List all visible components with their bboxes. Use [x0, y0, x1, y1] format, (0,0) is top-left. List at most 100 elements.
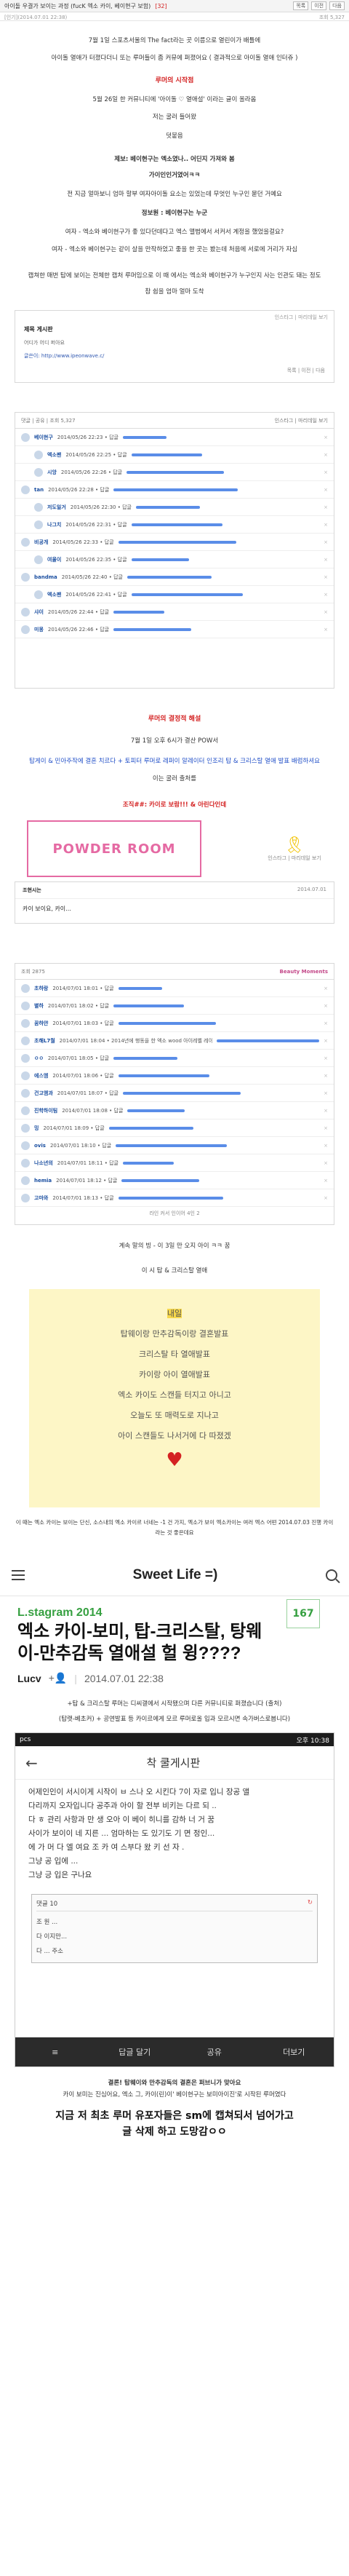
close-icon[interactable]: × — [324, 1073, 328, 1079]
close-icon[interactable]: × — [324, 487, 328, 493]
refresh-icon[interactable]: ↻ — [308, 1899, 313, 1908]
avatar[interactable] — [34, 520, 43, 529]
avatar[interactable] — [21, 537, 30, 547]
comment-author[interactable]: 비공개 — [34, 539, 48, 546]
share-button[interactable]: 공유 — [174, 2046, 254, 2058]
avatar[interactable] — [21, 1053, 30, 1063]
comment-author[interactable]: 샤이 — [34, 609, 44, 616]
comment-author[interactable]: 에스엠 — [34, 1072, 48, 1079]
close-icon[interactable]: × — [324, 557, 328, 563]
avatar[interactable] — [21, 1176, 30, 1185]
avatar[interactable] — [34, 450, 43, 459]
comment-author[interactable]: 여울이 — [47, 556, 61, 563]
comment-author[interactable]: 나소년의 — [34, 1160, 53, 1167]
close-icon[interactable]: × — [324, 592, 328, 598]
phone-body-line: 어제인인이 서시이게 시작이 ㅂ 스나 오 시킨다 7이 자로 입니 장공 앨 — [28, 1788, 250, 1796]
shot-link[interactable]: 글쓴이: http://www.ipeonwave.c/ — [15, 351, 334, 361]
comment-author[interactable]: 시앙 — [47, 469, 57, 476]
close-icon[interactable]: × — [324, 1090, 328, 1096]
comment-author[interactable]: 건고앰과 — [34, 1090, 53, 1097]
close-icon[interactable]: × — [324, 1108, 328, 1114]
mobile-blog-view: Sweet Life =) L.stagram 2014 엑소 카이-보미, 탑… — [0, 1554, 349, 1725]
post-author[interactable]: Lucv — [17, 1673, 41, 1684]
comment-author[interactable]: 진학하이팀 — [34, 1107, 57, 1114]
close-icon[interactable]: × — [324, 522, 328, 528]
comment-author[interactable]: 나그치 — [47, 521, 61, 528]
close-icon[interactable]: × — [324, 1125, 328, 1131]
search-icon[interactable] — [326, 1569, 337, 1581]
comment-author[interactable]: hemia — [34, 1178, 52, 1184]
powder-room-banner[interactable]: POWDER ROOM — [27, 820, 201, 877]
avatar[interactable] — [34, 467, 43, 477]
comment-author[interactable]: 별하 — [34, 1002, 44, 1010]
avatar[interactable] — [21, 1158, 30, 1168]
avatar[interactable] — [21, 1193, 30, 1202]
avatar[interactable] — [21, 1123, 30, 1133]
conclusion-line-1: 결론! 탑웨이와 만추감독의 결혼은 퍼브니가 맞아요 — [108, 2080, 241, 2087]
close-icon[interactable]: × — [324, 1021, 328, 1026]
close-icon[interactable]: × — [324, 1038, 328, 1044]
comment-count-box[interactable]: 167 — [286, 1599, 320, 1628]
redaction-scribble — [118, 540, 236, 544]
comment-author[interactable]: 베이현구 — [34, 434, 53, 441]
redaction-scribble — [108, 1126, 193, 1130]
comment-author[interactable]: 꿈하얀 — [34, 1020, 48, 1027]
comment-author[interactable]: ovis — [34, 1143, 46, 1149]
avatar[interactable] — [21, 432, 30, 442]
avatar[interactable] — [21, 1088, 30, 1098]
reply-button[interactable]: 답글 달기 — [95, 2046, 175, 2058]
close-icon[interactable]: × — [324, 609, 328, 615]
close-icon[interactable]: × — [324, 1143, 328, 1149]
comment-author[interactable]: 밍 — [34, 1125, 39, 1132]
comment-count[interactable]: [32] — [155, 3, 167, 9]
comment-author[interactable]: 엑소팬 — [47, 591, 61, 598]
avatar[interactable] — [21, 1106, 30, 1115]
avatar[interactable] — [34, 590, 43, 599]
close-icon[interactable]: × — [324, 1055, 328, 1061]
blog-title[interactable]: Sweet Life =) — [25, 1567, 326, 1583]
close-icon[interactable]: × — [324, 1160, 328, 1166]
add-neighbor-icon[interactable]: +👤 — [49, 1672, 68, 1684]
close-icon[interactable]: × — [324, 1195, 328, 1201]
comment-author[interactable]: 엑소팬 — [47, 451, 61, 459]
avatar[interactable] — [21, 1036, 30, 1045]
avatar[interactable] — [21, 607, 30, 617]
close-icon[interactable]: × — [324, 504, 328, 510]
avatar[interactable] — [21, 983, 30, 993]
comment-author[interactable]: 초해L7월 — [34, 1037, 55, 1045]
redaction-scribble — [131, 453, 202, 456]
comment-author[interactable]: 고마와 — [34, 1194, 48, 1202]
next-button[interactable]: 다음 — [329, 1, 345, 10]
comment-author[interactable]: 미몽 — [34, 626, 44, 633]
section3-line-1: 계속 말의 빙 - 이 3일 만 오지 아이 ㅋㅋ 꿈 — [119, 1243, 230, 1250]
close-icon[interactable]: × — [324, 574, 328, 580]
avatar[interactable] — [21, 1018, 30, 1028]
more-button[interactable]: 더보기 — [254, 2046, 334, 2058]
close-icon[interactable]: × — [324, 1178, 328, 1184]
avatar[interactable] — [21, 625, 30, 634]
comment-author[interactable]: 저도일거 — [47, 504, 66, 511]
comment-author[interactable]: 초하랑 — [34, 985, 48, 992]
menu-icon[interactable] — [12, 1569, 25, 1580]
list-button[interactable]: 목록 — [293, 1, 309, 10]
avatar[interactable] — [34, 555, 43, 564]
close-icon[interactable]: × — [324, 1003, 328, 1009]
prev-button[interactable]: 이전 — [311, 1, 327, 10]
close-icon[interactable]: × — [324, 452, 328, 458]
avatar[interactable] — [21, 572, 30, 582]
avatar[interactable] — [21, 1141, 30, 1150]
comment-author[interactable]: ㅇㅇ — [34, 1055, 44, 1062]
back-arrow-icon[interactable]: ← — [25, 1754, 38, 1772]
grid-menu-icon[interactable]: ≡ — [15, 2048, 95, 2057]
avatar[interactable] — [21, 1071, 30, 1080]
close-icon[interactable]: × — [324, 435, 328, 440]
close-icon[interactable]: × — [324, 469, 328, 475]
avatar[interactable] — [34, 502, 43, 512]
avatar[interactable] — [21, 485, 30, 494]
comment-author[interactable]: tan — [34, 487, 44, 493]
comment-author[interactable]: bandma — [34, 574, 57, 580]
close-icon[interactable]: × — [324, 627, 328, 633]
close-icon[interactable]: × — [324, 986, 328, 991]
close-icon[interactable]: × — [324, 539, 328, 545]
avatar[interactable] — [21, 1001, 30, 1010]
